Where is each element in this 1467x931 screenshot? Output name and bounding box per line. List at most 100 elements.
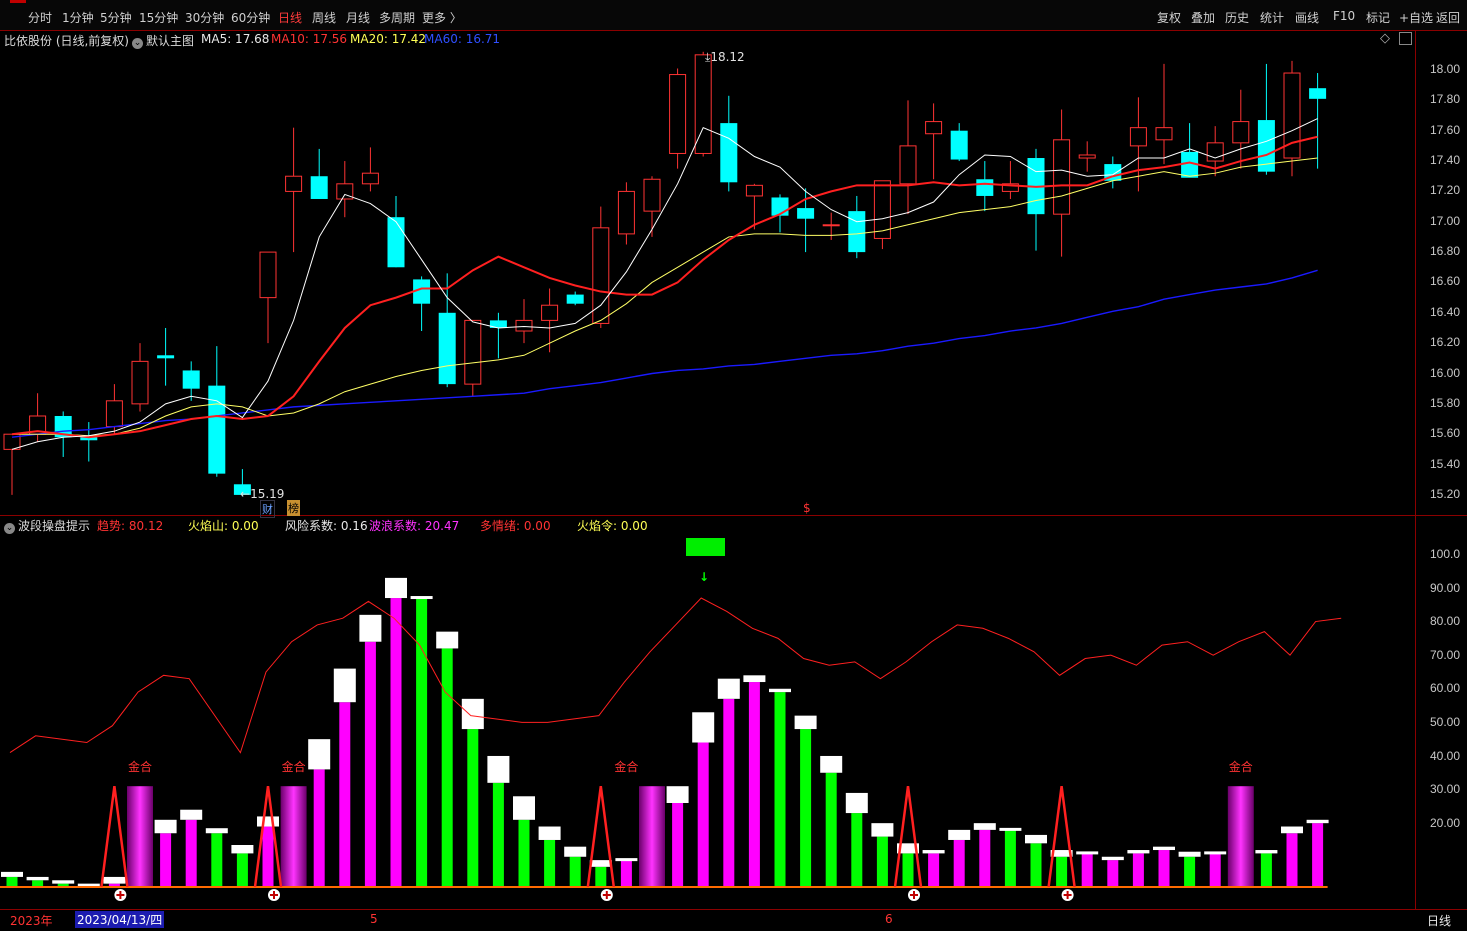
- candle-body-up: [1053, 139, 1071, 215]
- indicator-bar: [697, 742, 709, 887]
- indicator-bar: [928, 853, 940, 887]
- indicator-bar: [262, 826, 274, 887]
- indicator-cap: [794, 715, 817, 730]
- indicator-cap: [26, 876, 49, 881]
- indicator-y-tick-label: 70.00: [1430, 647, 1461, 662]
- indicator-bar: [672, 803, 684, 887]
- indicator-y-tick-label: 20.00: [1430, 815, 1461, 830]
- candle-body-down: [1309, 88, 1327, 99]
- candle-body-up: [1129, 127, 1147, 147]
- candle-body-down: [438, 312, 456, 385]
- indicator-bar: [364, 641, 376, 887]
- indicator-cap: [1178, 851, 1201, 857]
- indicator-cap: [461, 698, 484, 730]
- gold-cross-bar: [1227, 786, 1254, 887]
- candle-body-down: [182, 370, 200, 389]
- candle-body-down: [208, 385, 226, 474]
- indicator-cap: [257, 816, 279, 827]
- y-tick-label: 17.00: [1430, 213, 1461, 228]
- candle-body-down: [387, 217, 405, 268]
- indicator-cap: [589, 860, 612, 867]
- indicator-cap: [385, 577, 407, 599]
- candle-body-up: [694, 54, 712, 154]
- candle-body-down: [797, 208, 815, 219]
- indicator-bar: [313, 769, 325, 887]
- down-arrow-icon: ↓: [699, 570, 710, 584]
- y-tick-label: 16.00: [1430, 365, 1461, 380]
- ranking-badge[interactable]: 榜: [287, 500, 300, 516]
- candle-body-up: [361, 172, 379, 185]
- y-tick-label: 17.40: [1430, 153, 1461, 168]
- indicator-bar: [876, 836, 888, 887]
- indicator-cap: [999, 827, 1022, 831]
- trend-line: [9, 597, 1342, 754]
- signal-box: [686, 538, 725, 556]
- month-5-label: 5: [370, 912, 378, 926]
- indicator-cap: [333, 668, 356, 703]
- candle-body-up: [669, 74, 687, 154]
- indicator-bar: [416, 598, 428, 887]
- candle-body-down: [566, 294, 584, 304]
- indicator-cap: [1281, 826, 1303, 834]
- indicator-bar: [390, 598, 402, 887]
- low-price-marker: ←15.19: [240, 487, 285, 501]
- gold-cross-bar: [127, 786, 153, 887]
- indicator-y-tick-label: 100.0: [1430, 547, 1461, 561]
- gold-cross-bar: [280, 786, 307, 887]
- candle-body-down: [976, 179, 994, 196]
- indicator-cap: [180, 809, 203, 820]
- indicator-cap: [436, 631, 459, 649]
- indicator-bar: [1312, 823, 1324, 887]
- indicator-bar: [160, 833, 172, 887]
- indicator-cap: [308, 739, 331, 770]
- dollar-marker[interactable]: $: [803, 501, 811, 515]
- indicator-cap: [973, 823, 996, 830]
- indicator-bar: [1081, 853, 1093, 887]
- candle-body-down: [950, 130, 968, 160]
- indicator-y-tick-label: 50.00: [1430, 715, 1461, 729]
- candle-body-up: [515, 319, 533, 332]
- y-tick-label: 17.20: [1430, 183, 1461, 198]
- indicator-bar: [748, 682, 760, 887]
- indicator-cap: [487, 755, 510, 783]
- indicator-y-tick-label: 60.00: [1430, 681, 1461, 696]
- indicator-y-tick-label: 80.00: [1430, 614, 1461, 629]
- gold-cross-label: 金合: [614, 759, 638, 774]
- indicator-bar: [953, 839, 965, 887]
- gold-cross-bar: [639, 786, 665, 887]
- indicator-bar: [595, 866, 607, 887]
- candle-body-down: [310, 176, 328, 199]
- candle-body-up: [1155, 127, 1173, 141]
- y-tick-label: 15.20: [1430, 486, 1461, 501]
- indicator-bar: [185, 819, 197, 887]
- candle-body-down: [848, 211, 866, 253]
- low-price-value: 15.19: [250, 487, 285, 501]
- ma10-line: [11, 135, 1318, 439]
- candle-body-up: [822, 224, 840, 227]
- ma20-line: [12, 157, 1318, 437]
- indicator-bar: [620, 860, 632, 887]
- indicator-bar: [1286, 833, 1298, 887]
- back-button[interactable]: 返回: [1436, 9, 1460, 26]
- indicator-bar: [1056, 856, 1068, 887]
- indicator-cap: [871, 823, 894, 837]
- indicator-bar: [851, 813, 863, 887]
- period-label[interactable]: 日线: [1427, 912, 1451, 929]
- indicator-bar: [569, 856, 581, 887]
- indicator-cap: [564, 846, 587, 857]
- indicator-cap: [743, 675, 766, 683]
- candle-body-down: [157, 355, 175, 359]
- candle-body-up: [643, 178, 661, 212]
- indicator-cap: [922, 850, 945, 854]
- indicator-cap: [410, 596, 433, 600]
- candle-body-up: [105, 400, 123, 428]
- candle-body-up: [131, 360, 149, 405]
- candle-body-up: [1078, 154, 1096, 159]
- indicator-bar: [32, 880, 44, 887]
- indicator-cap: [1025, 834, 1047, 844]
- indicator-y-tick-label: 40.00: [1430, 748, 1461, 763]
- y-tick-label: 16.40: [1430, 304, 1461, 319]
- indicator-cap: [1, 871, 23, 877]
- candle-body-up: [1232, 121, 1250, 144]
- indicator-bar: [1004, 829, 1016, 887]
